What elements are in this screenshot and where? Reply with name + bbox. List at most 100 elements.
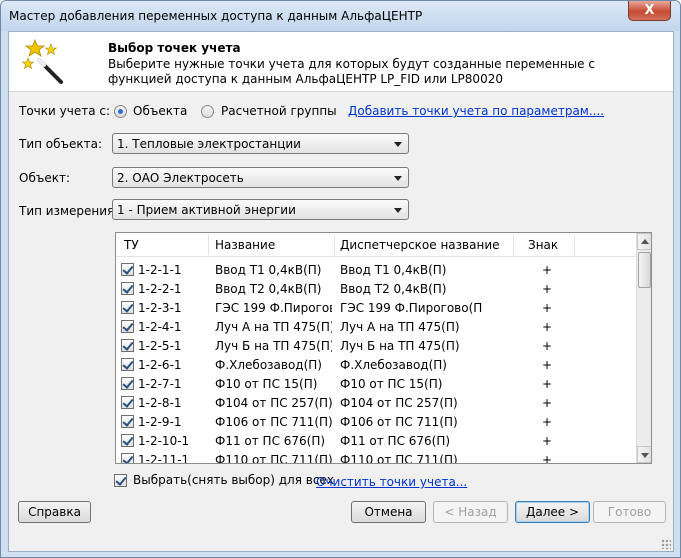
object-type-label: Тип объекта: [19, 137, 103, 151]
clear-points-link[interactable]: Очистить точки учета... [316, 475, 467, 489]
finish-button[interactable]: Готово [593, 501, 666, 523]
table-row[interactable]: 1-2-4-1 Луч А на ТП 475(П) Луч А на ТП 475… [116, 317, 636, 336]
cell-dispatch-name: Ф110 от ПС 711(П) [340, 453, 458, 464]
column-header-tu[interactable]: ТУ [124, 238, 139, 252]
help-button[interactable]: Справка [18, 501, 91, 523]
table-row[interactable]: 1-2-7-1 Ф10 от ПС 15(П) Ф10 от ПС 15(П) + [116, 374, 636, 393]
column-divider[interactable] [513, 235, 514, 255]
cell-dispatch-name: Луч А на ТП 475(П) [340, 320, 460, 334]
table-row[interactable]: 1-2-2-1 Ввод Т2 0,4кВ(П) Ввод Т2 0,4кВ(П) + [116, 279, 636, 298]
cell-name: Ввод Т1 0,4кВ(П) [215, 263, 322, 277]
cell-sign: + [542, 339, 553, 353]
add-points-by-params-link[interactable]: Добавить точки учета по параметрам.... [348, 104, 604, 118]
chevron-down-icon [394, 176, 402, 181]
cell-name: Луч Б на ТП 475(П) [215, 339, 332, 353]
object-select[interactable]: 2. ОАО Электросеть [112, 167, 409, 188]
column-header-sign[interactable]: Знак [528, 238, 558, 252]
cell-name: ГЭС 199 Ф.Пирогово(П) [215, 301, 332, 315]
cell-dispatch-name: ГЭС 199 Ф.Пирогово(П [340, 301, 483, 315]
scrollbar-thumb[interactable] [638, 252, 651, 288]
scroll-down-arrow-icon[interactable] [637, 446, 651, 463]
select-all-label[interactable]: Выбрать(снять выбор) для всех [133, 473, 334, 487]
cell-name: Ф110 от ПС 711(П) [215, 453, 332, 464]
cell-dispatch-name: Ф.Хлебозавод(П) [340, 358, 447, 372]
table-row[interactable]: 1-2-3-1 ГЭС 199 Ф.Пирогово(П) ГЭС 199 Ф.Пи… [116, 298, 636, 317]
wizard-window: Мастер добавления переменных доступа к д… [0, 0, 681, 558]
table-row[interactable]: 1-2-8-1 Ф104 от ПС 257(П) Ф104 от ПС 257(П… [116, 393, 636, 412]
table-row[interactable]: 1-2-5-1 Луч Б на ТП 475(П) Луч Б на ТП 475… [116, 336, 636, 355]
cell-dispatch-name: Ф11 от ПС 676(П) [340, 434, 451, 448]
row-checkbox[interactable] [121, 263, 134, 276]
title-bar[interactable]: Мастер добавления переменных доступа к д… [1, 1, 680, 31]
page-description: Выберите нужные точки учета для которых … [108, 57, 595, 86]
object-value: 2. ОАО Электросеть [117, 171, 244, 185]
close-button[interactable]: X [628, 1, 671, 21]
cell-tu: 1-2-6-1 [138, 358, 182, 372]
cell-sign: + [542, 358, 553, 372]
table-row[interactable]: 1-2-9-1 Ф106 от ПС 711(П) Ф106 от ПС 711(П… [116, 412, 636, 431]
radio-calc-group[interactable] [201, 105, 214, 118]
cell-dispatch-name: Ввод Т2 0,4кВ(П) [340, 282, 447, 296]
points-source-label: Точки учета с: [19, 104, 110, 118]
row-checkbox[interactable] [121, 282, 134, 295]
page-title: Выбор точек учета [108, 41, 241, 55]
cell-tu: 1-2-2-1 [138, 282, 182, 296]
column-divider[interactable] [574, 235, 575, 255]
row-checkbox[interactable] [121, 377, 134, 390]
row-checkbox[interactable] [121, 434, 134, 447]
cell-sign: + [542, 377, 553, 391]
row-checkbox[interactable] [121, 453, 134, 463]
radio-object[interactable] [114, 105, 127, 118]
cell-name: Ввод Т2 0,4кВ(П) [215, 282, 322, 296]
vertical-scrollbar[interactable] [636, 233, 651, 463]
cell-tu: 1-2-11-1 [138, 453, 190, 464]
metering-points-table[interactable]: ТУ Название Диспетчерское название Знак … [115, 232, 652, 464]
cell-name: Ф.Хлебозавод(П) [215, 358, 322, 372]
row-checkbox[interactable] [121, 339, 134, 352]
cell-sign: + [542, 396, 553, 410]
column-header-dispatch-name[interactable]: Диспетчерское название [340, 238, 500, 252]
cell-tu: 1-2-8-1 [138, 396, 182, 410]
row-checkbox[interactable] [121, 320, 134, 333]
cancel-button[interactable]: Отмена [351, 501, 426, 523]
cell-sign: + [542, 263, 553, 277]
object-label: Объект: [19, 171, 70, 185]
column-header-name[interactable]: Название [215, 238, 275, 252]
radio-calc-group-label[interactable]: Расчетной группы [221, 104, 337, 118]
cell-sign: + [542, 434, 553, 448]
cell-name: Ф11 от ПС 676(П) [215, 434, 326, 448]
select-all-checkbox[interactable] [114, 474, 127, 487]
cell-dispatch-name: Ф106 от ПС 711(П) [340, 415, 458, 429]
cell-dispatch-name: Ф104 от ПС 257(П) [340, 396, 458, 410]
column-divider[interactable] [208, 235, 209, 255]
magic-wand-icon [21, 38, 63, 84]
next-button[interactable]: Далее > [515, 501, 590, 523]
row-checkbox[interactable] [121, 301, 134, 314]
back-button[interactable]: < Назад [433, 501, 508, 523]
column-divider[interactable] [334, 235, 335, 255]
scroll-up-arrow-icon[interactable] [637, 233, 651, 250]
cell-sign: + [542, 453, 553, 464]
cell-name: Ф104 от ПС 257(П) [215, 396, 332, 410]
cell-name: Луч А на ТП 475(П) [215, 320, 332, 334]
cell-sign: + [542, 320, 553, 334]
window-title: Мастер добавления переменных доступа к д… [9, 9, 423, 23]
row-checkbox[interactable] [121, 396, 134, 409]
cell-name: Ф10 от ПС 15(П) [215, 377, 318, 391]
chevron-down-icon [394, 142, 402, 147]
table-row[interactable]: 1-2-11-1 Ф110 от ПС 711(П) Ф110 от ПС 711(… [116, 450, 636, 464]
table-row[interactable]: 1-2-1-1 Ввод Т1 0,4кВ(П) Ввод Т1 0,4кВ(П) + [116, 260, 636, 279]
radio-object-label[interactable]: Объекта [133, 104, 187, 118]
row-checkbox[interactable] [121, 358, 134, 371]
table-row[interactable]: 1-2-10-1 Ф11 от ПС 676(П) Ф11 от ПС 676(П)… [116, 431, 636, 450]
cell-tu: 1-2-3-1 [138, 301, 182, 315]
wizard-header: Выбор точек учета Выберите нужные точки … [9, 32, 673, 92]
object-type-select[interactable]: 1. Тепловые электростанции [112, 133, 409, 154]
cell-sign: + [542, 415, 553, 429]
cell-sign: + [542, 301, 553, 315]
measurement-type-select[interactable]: 1 - Прием активной энергии [112, 199, 409, 220]
resize-grip-icon[interactable] [661, 539, 671, 549]
measurement-type-value: 1 - Прием активной энергии [117, 203, 296, 217]
table-row[interactable]: 1-2-6-1 Ф.Хлебозавод(П) Ф.Хлебозавод(П) + [116, 355, 636, 374]
row-checkbox[interactable] [121, 415, 134, 428]
